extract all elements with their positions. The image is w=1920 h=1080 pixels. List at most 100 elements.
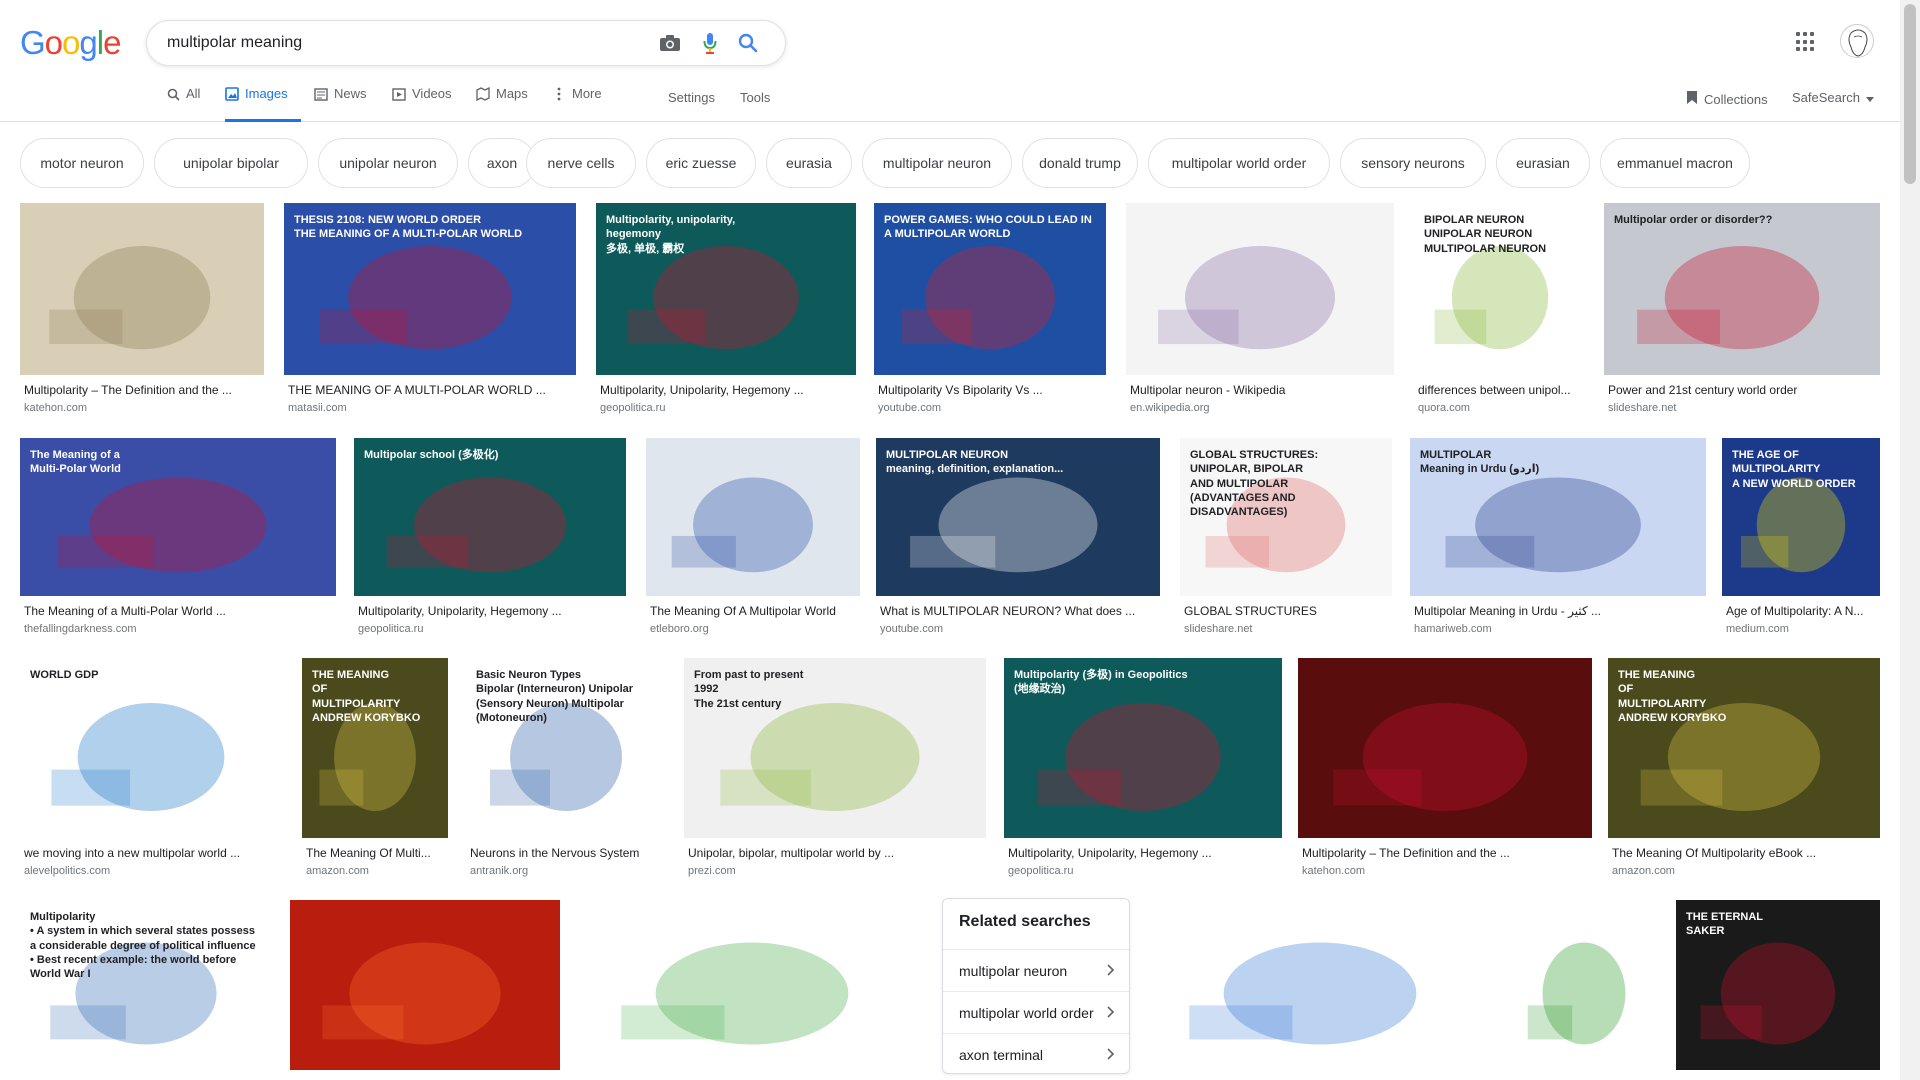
image-result[interactable]: THE MEANING OF MULTIPOLARITY ANDREW KORY…: [1608, 658, 1880, 894]
image-result[interactable]: THESIS 2108: NEW WORLD ORDER THE MEANING…: [284, 203, 576, 431]
scrollbar[interactable]: [1900, 0, 1920, 1080]
image-result[interactable]: Basic Neuron Types Bipolar (Interneuron)…: [466, 658, 666, 894]
image-result[interactable]: MULTIPOLAR Meaning in Urdu (اردو) Multipo…: [1410, 438, 1706, 652]
result-thumbnail[interactable]: [580, 900, 924, 1070]
chip[interactable]: eurasia: [766, 138, 852, 188]
result-title[interactable]: Multipolar Meaning in Urdu - کثیر ...: [1414, 604, 1706, 618]
chip[interactable]: sensory neurons: [1340, 138, 1486, 188]
image-result[interactable]: The Meaning Of A Multipolar World etlebor…: [646, 438, 860, 652]
result-title[interactable]: What is MULTIPOLAR NEURON? What does ...: [880, 604, 1160, 618]
result-thumbnail[interactable]: [1510, 900, 1658, 1070]
tab-more[interactable]: More: [552, 86, 602, 122]
related-search-item[interactable]: multipolar neuron: [943, 949, 1129, 991]
result-title[interactable]: Multipolarity, Unipolarity, Hegemony ...: [358, 604, 626, 618]
image-result[interactable]: MULTIPOLAR NEURON meaning, definition, e…: [876, 438, 1160, 652]
result-title[interactable]: Multipolarity – The Definition and the .…: [24, 383, 264, 397]
chip[interactable]: multipolar world order: [1148, 138, 1330, 188]
chip[interactable]: multipolar neuron: [862, 138, 1012, 188]
result-thumbnail[interactable]: POWER GAMES: WHO COULD LEAD IN A MULTIPO…: [874, 203, 1106, 375]
result-title[interactable]: GLOBAL STRUCTURES: [1184, 604, 1392, 618]
camera-icon[interactable]: [659, 32, 681, 54]
chip[interactable]: nerve cells: [526, 138, 636, 188]
image-result[interactable]: Multipolarity (多极) in Geopolitics (地缘政治)…: [1004, 658, 1282, 894]
result-thumbnail[interactable]: [1298, 658, 1592, 838]
image-result[interactable]: BIPOLAR NEURON UNIPOLAR NEURON MULTIPOLA…: [1414, 203, 1586, 431]
result-thumbnail[interactable]: BIPOLAR NEURON UNIPOLAR NEURON MULTIPOLA…: [1414, 203, 1586, 375]
image-result[interactable]: Multipolar school (多极化) Multipolarity, Un…: [354, 438, 626, 652]
image-result[interactable]: Multipolarity – The Definition and the .…: [1298, 658, 1592, 894]
result-thumbnail[interactable]: Multipolar school (多极化): [354, 438, 626, 596]
tab-images[interactable]: Images: [225, 86, 301, 122]
tools-link[interactable]: Tools: [740, 90, 770, 105]
image-result[interactable]: From past to present 1992 The 21st centu…: [684, 658, 986, 894]
chip[interactable]: eric zuesse: [646, 138, 756, 188]
result-thumbnail[interactable]: MULTIPOLAR Meaning in Urdu (اردو): [1410, 438, 1706, 596]
result-thumbnail[interactable]: THE ETERNAL SAKER: [1676, 900, 1880, 1070]
result-thumbnail[interactable]: Basic Neuron Types Bipolar (Interneuron)…: [466, 658, 666, 838]
result-thumbnail[interactable]: THE AGE OF MULTIPOLARITY A NEW WORLD ORD…: [1722, 438, 1880, 596]
chip[interactable]: unipolar neuron: [318, 138, 458, 188]
result-title[interactable]: Power and 21st century world order: [1608, 383, 1880, 397]
image-result[interactable]: THE AGE OF MULTIPOLARITY A NEW WORLD ORD…: [1722, 438, 1880, 652]
related-search-item[interactable]: multipolar world order: [943, 991, 1129, 1033]
result-title[interactable]: Multipolarity, Unipolarity, Hegemony ...: [1008, 846, 1282, 860]
image-result[interactable]: Multipolar neuron - Wikipedia en.wikipedi…: [1126, 203, 1394, 431]
result-thumbnail[interactable]: GLOBAL STRUCTURES: UNIPOLAR, BIPOLAR AND…: [1180, 438, 1392, 596]
image-result[interactable]: THE MEANING OF MULTIPOLARITY ANDREW KORY…: [302, 658, 448, 894]
image-result[interactable]: The Meaning of a Multi-Polar World The Me…: [20, 438, 336, 652]
image-result[interactable]: Multipolarity, unipolarity, hegemony 多极,…: [596, 203, 856, 431]
apps-grid-icon[interactable]: [1796, 32, 1816, 52]
result-title[interactable]: THE MEANING OF A MULTI-POLAR WORLD ...: [288, 383, 576, 397]
result-title[interactable]: Multipolarity – The Definition and the .…: [1302, 846, 1592, 860]
microphone-icon[interactable]: [699, 32, 721, 54]
image-result[interactable]: Multipolarity – The Definition and the .…: [20, 203, 264, 431]
image-result[interactable]: [1510, 900, 1658, 1080]
image-result[interactable]: WORLD GDP we moving into a new multipolar…: [20, 658, 282, 894]
tab-all[interactable]: All: [166, 86, 200, 122]
chip[interactable]: emmanuel macron: [1600, 138, 1750, 188]
result-title[interactable]: we moving into a new multipolar world ..…: [24, 846, 282, 860]
collections-link[interactable]: Collections: [1686, 90, 1768, 108]
result-thumbnail[interactable]: Multipolar order or disorder??: [1604, 203, 1880, 375]
result-title[interactable]: The Meaning Of Multipolarity eBook ...: [1612, 846, 1880, 860]
result-thumbnail[interactable]: The Meaning of a Multi-Polar World: [20, 438, 336, 596]
safesearch-dropdown[interactable]: SafeSearch: [1792, 90, 1874, 105]
image-result[interactable]: Multipolar order or disorder?? Power and …: [1604, 203, 1880, 431]
image-result[interactable]: THE ETERNAL SAKER: [1676, 900, 1880, 1080]
chip[interactable]: donald trump: [1022, 138, 1138, 188]
result-title[interactable]: The Meaning Of Multi...: [306, 846, 448, 860]
chip[interactable]: eurasian: [1496, 138, 1590, 188]
image-result[interactable]: GLOBAL STRUCTURES: UNIPOLAR, BIPOLAR AND…: [1180, 438, 1392, 652]
result-thumbnail[interactable]: Multipolarity, unipolarity, hegemony 多极,…: [596, 203, 856, 375]
avatar[interactable]: [1840, 24, 1874, 58]
result-thumbnail[interactable]: Multipolarity (多极) in Geopolitics (地缘政治): [1004, 658, 1282, 838]
result-title[interactable]: Multipolarity, Unipolarity, Hegemony ...: [600, 383, 856, 397]
result-thumbnail[interactable]: [646, 438, 860, 596]
image-result[interactable]: POWER GAMES: WHO COULD LEAD IN A MULTIPO…: [874, 203, 1106, 431]
tab-videos[interactable]: Videos: [392, 86, 452, 122]
result-title[interactable]: Unipolar, bipolar, multipolar world by .…: [688, 846, 986, 860]
result-title[interactable]: Multipolarity Vs Bipolarity Vs ...: [878, 383, 1106, 397]
result-thumbnail[interactable]: THE MEANING OF MULTIPOLARITY ANDREW KORY…: [302, 658, 448, 838]
image-result[interactable]: Multipolarity • A system in which severa…: [20, 900, 272, 1080]
chip[interactable]: unipolar bipolar: [154, 138, 308, 188]
result-title[interactable]: Multipolar neuron - Wikipedia: [1130, 383, 1394, 397]
image-result[interactable]: [580, 900, 924, 1080]
result-thumbnail[interactable]: THESIS 2108: NEW WORLD ORDER THE MEANING…: [284, 203, 576, 375]
search-icon[interactable]: [737, 32, 759, 54]
image-result[interactable]: [290, 900, 560, 1080]
result-title[interactable]: The Meaning Of A Multipolar World: [650, 604, 860, 618]
scrollbar-thumb[interactable]: [1904, 4, 1916, 184]
tab-news[interactable]: News: [314, 86, 367, 122]
result-thumbnail[interactable]: THE MEANING OF MULTIPOLARITY ANDREW KORY…: [1608, 658, 1880, 838]
search-input[interactable]: [167, 21, 647, 65]
result-thumbnail[interactable]: [20, 203, 264, 375]
result-thumbnail[interactable]: MULTIPOLAR NEURON meaning, definition, e…: [876, 438, 1160, 596]
related-search-item[interactable]: axon terminal: [943, 1033, 1129, 1075]
tab-maps[interactable]: Maps: [476, 86, 528, 122]
result-title[interactable]: The Meaning of a Multi-Polar World ...: [24, 604, 336, 618]
google-logo[interactable]: Google: [20, 24, 121, 62]
result-title[interactable]: differences between unipol...: [1418, 383, 1586, 397]
image-result[interactable]: [1148, 900, 1492, 1080]
result-thumbnail[interactable]: Multipolarity • A system in which severa…: [20, 900, 272, 1070]
